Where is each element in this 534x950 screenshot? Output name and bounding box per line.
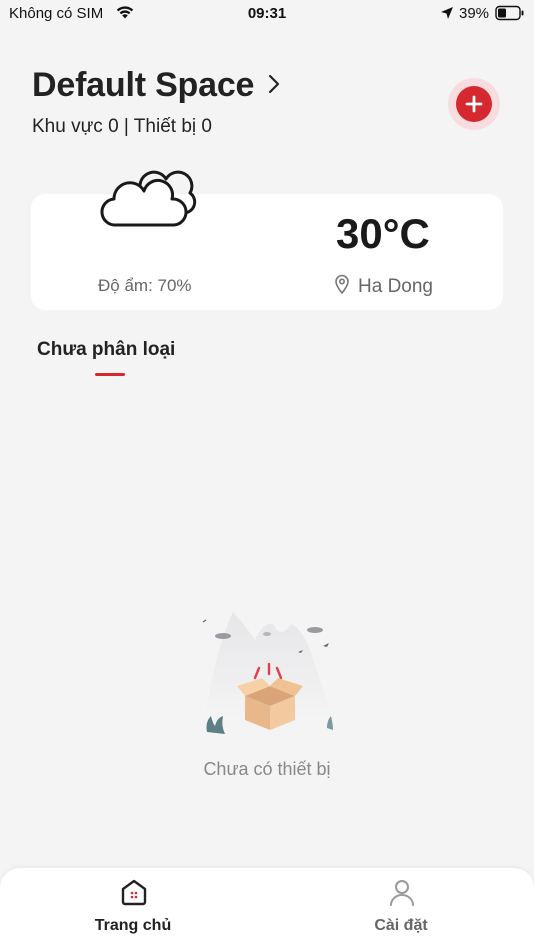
location-name: Ha Dong <box>358 275 433 297</box>
nav-settings-label: Cài đặt <box>374 917 428 934</box>
battery-icon <box>495 5 525 26</box>
plus-icon <box>456 86 492 122</box>
location-arrow-icon <box>440 6 454 25</box>
person-icon <box>386 876 418 913</box>
space-summary: Khu vực 0 | Thiết bị 0 <box>32 116 212 137</box>
nav-home[interactable]: Trang chủ <box>43 868 223 950</box>
tab-active-indicator <box>95 373 125 376</box>
location-pin-icon <box>334 274 350 299</box>
weather-location: Ha Dong <box>334 274 433 299</box>
chevron-right-icon <box>268 74 280 99</box>
status-bar: Không có SIM 09:31 39% <box>0 0 534 30</box>
bottom-nav: Trang chủ Cài đặt <box>0 868 534 950</box>
empty-state-message: Chưa có thiết bị <box>203 759 331 779</box>
nav-settings[interactable]: Cài đặt <box>311 868 491 950</box>
humidity-label: Độ ẩm: 70% <box>98 276 192 295</box>
empty-box-icon <box>195 600 340 750</box>
temperature-value: 30°C <box>336 210 430 257</box>
cloud-icon <box>100 165 200 236</box>
add-device-button[interactable] <box>448 78 500 130</box>
space-title: Default Space <box>32 66 255 104</box>
nav-home-label: Trang chủ <box>94 917 172 934</box>
tab-uncategorized[interactable]: Chưa phân loại <box>37 339 175 361</box>
space-selector[interactable]: Default Space <box>32 66 280 105</box>
battery-percent: 39% <box>459 5 490 22</box>
home-icon <box>118 876 150 913</box>
